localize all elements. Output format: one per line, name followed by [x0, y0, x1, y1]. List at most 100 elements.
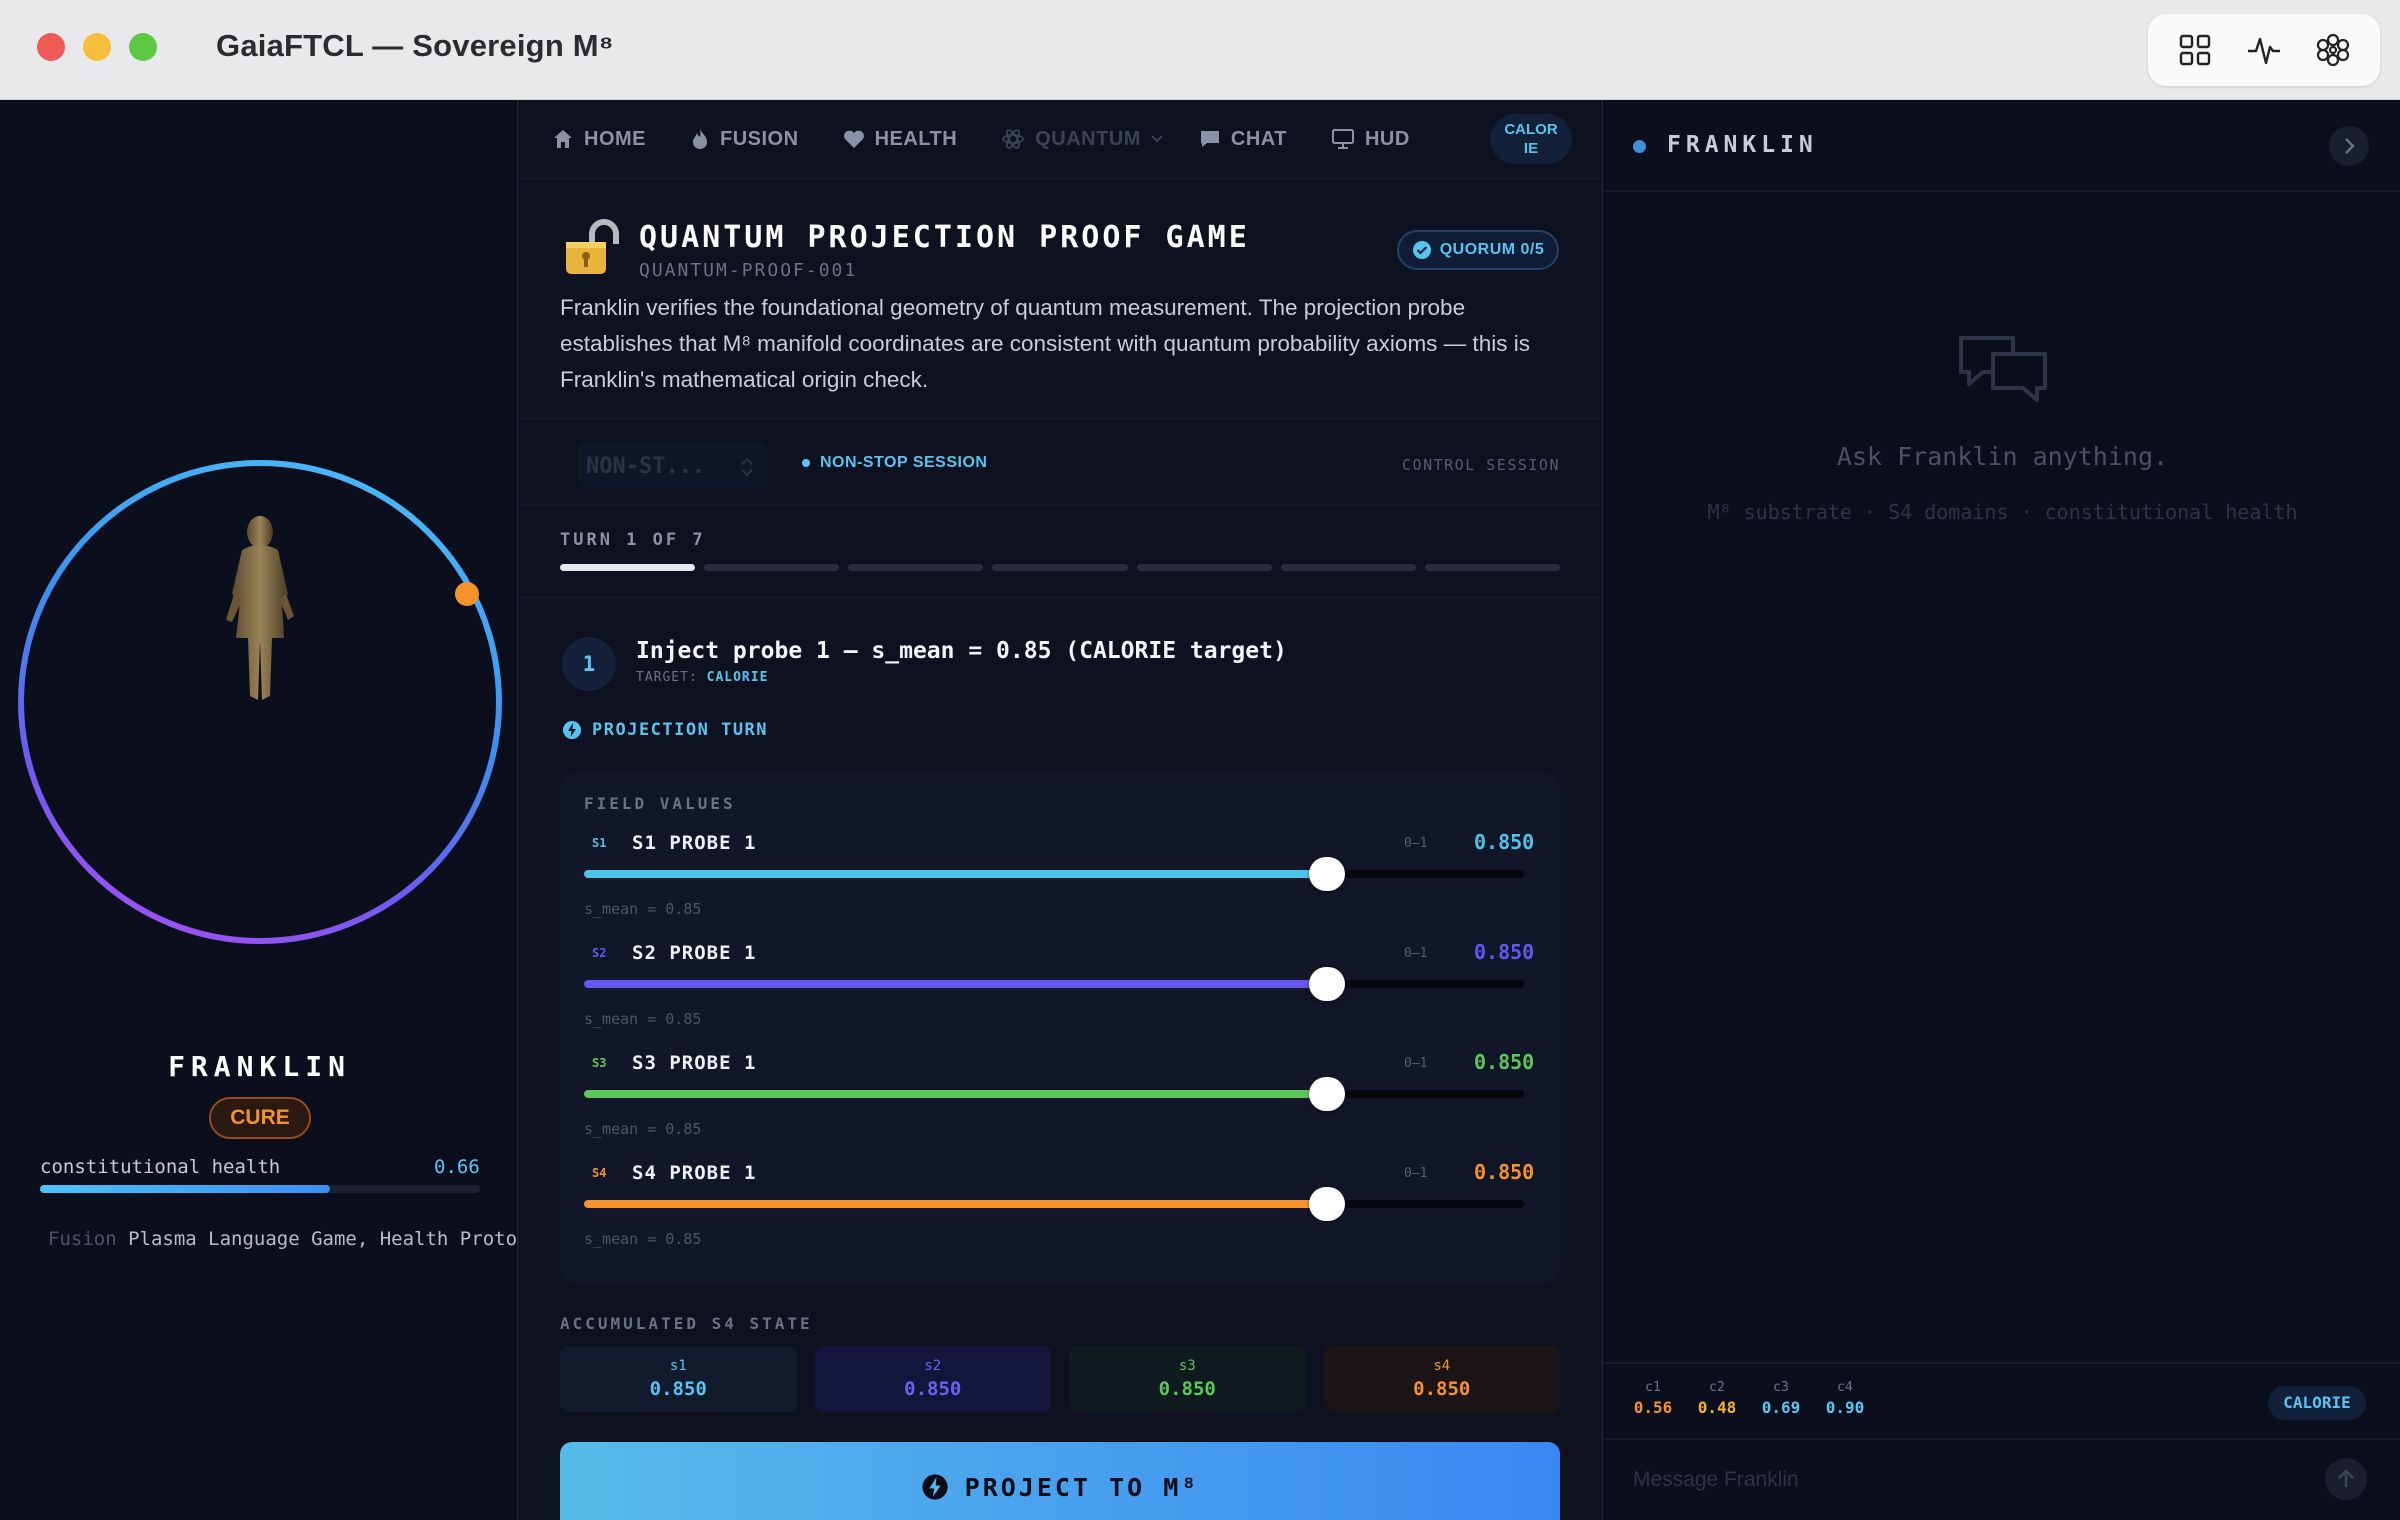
window-titlebar: GaiaFTCL — Sovereign M⁸ [0, 0, 2400, 100]
field-slider-row: S4 S4 PROBE 1 0–1 0.850 s_mean = 0.85 [584, 1160, 1536, 1272]
pulse-icon[interactable] [2242, 28, 2286, 72]
chat-stat-key: c2 [1709, 1380, 1725, 1395]
field-value: 0.850 [1474, 830, 1535, 854]
nav-fusion[interactable]: FUSION [690, 128, 799, 151]
field-tag: S1 [592, 836, 607, 850]
close-window-button[interactable] [37, 33, 65, 61]
accumulated-value: 0.850 [1158, 1378, 1216, 1400]
chevron-down-icon [1151, 135, 1163, 143]
verified-badge-icon [1412, 241, 1431, 259]
field-slider-track[interactable] [584, 967, 1524, 1001]
send-button[interactable] [2325, 1458, 2367, 1500]
nav-quantum-label: QUANTUM [1035, 127, 1141, 150]
turn-segment [992, 564, 1128, 571]
nav-home[interactable]: HOME [552, 128, 646, 151]
control-session-button[interactable]: CONTROL SESSION [1402, 456, 1560, 474]
chat-agent-name: FRANKLIN [1667, 132, 1818, 158]
game-title: QUANTUM PROJECTION PROOF GAME [639, 220, 1250, 255]
nav-calorie-button[interactable]: CALOR IE [1490, 114, 1572, 164]
field-slider-fill [584, 870, 1327, 878]
field-slider-track[interactable] [584, 857, 1524, 891]
toolbar [2148, 14, 2380, 86]
project-to-m8-button[interactable]: PROJECT TO M⁸ [560, 1442, 1560, 1520]
accumulated-value: 0.850 [904, 1378, 962, 1400]
nav-chat[interactable]: CHAT [1199, 128, 1287, 151]
field-values-label: FIELD VALUES [584, 794, 736, 813]
home-icon [554, 130, 572, 148]
health-value: 0.66 [434, 1156, 480, 1178]
zoom-window-button[interactable] [129, 33, 157, 61]
nav-quantum[interactable]: QUANTUM [1001, 127, 1163, 151]
chat-header: FRANKLIN [1603, 100, 2400, 192]
game-id: QUANTUM-PROOF-001 [639, 260, 858, 281]
nav-chat-label: CHAT [1230, 127, 1287, 150]
window-title: GaiaFTCL — Sovereign M⁸ [216, 28, 614, 63]
field-slider-row: S3 S3 PROBE 1 0–1 0.850 s_mean = 0.85 [584, 1050, 1536, 1162]
accumulated-value: 0.850 [1413, 1378, 1471, 1400]
chat-empty-subtitle: M⁸ substrate · S4 domains · constitution… [1707, 500, 2298, 524]
chat-stat-value: 0.56 [1633, 1398, 1673, 1417]
field-name: S3 PROBE 1 [632, 1052, 757, 1074]
updown-chevron-icon [740, 456, 754, 482]
field-slider-handle[interactable] [1309, 1077, 1345, 1111]
monitor-icon [1331, 129, 1354, 149]
presence-dot [1633, 140, 1646, 153]
health-progress-fill [40, 1185, 331, 1193]
step-title: Inject probe 1 — s_mean = 0.85 (CALORIE … [636, 638, 1287, 664]
accumulated-state-label: ACCUMULATED S4 STATE [560, 1314, 813, 1333]
health-progress-bar [40, 1185, 480, 1193]
session-select-value: NON-ST... [586, 453, 706, 479]
message-input[interactable]: Message Franklin [1633, 1468, 1799, 1492]
chat-stat-key: c3 [1773, 1380, 1789, 1395]
field-value: 0.850 [1474, 1050, 1535, 1074]
agent-status-badge[interactable]: CURE [209, 1097, 311, 1139]
field-name: S1 PROBE 1 [632, 832, 757, 854]
chat-stat-value: 0.69 [1761, 1398, 1801, 1417]
nav-hud-label: HUD [1364, 127, 1410, 150]
accumulated-value: 0.850 [649, 1378, 707, 1400]
turn-segment [1424, 564, 1560, 571]
chat-stat: c3 0.69 [1751, 1380, 1811, 1417]
minimize-window-button[interactable] [83, 33, 111, 61]
field-slider-handle[interactable] [1309, 857, 1345, 891]
chat-panel: FRANKLIN Ask Franklin anything. M⁸ subst… [1601, 100, 2400, 1520]
lock-icon [562, 218, 624, 282]
field-mean: s_mean = 0.85 [584, 1010, 702, 1028]
bolt-icon [922, 1474, 948, 1500]
live-dot [802, 459, 810, 467]
nav-health[interactable]: HEALTH [843, 128, 958, 151]
agent-name: FRANKLIN [168, 1050, 351, 1083]
flower-icon[interactable] [2311, 28, 2355, 72]
nav-calorie-line2: IE [1523, 140, 1539, 157]
collapse-panel-button[interactable] [2329, 126, 2369, 166]
field-slider-handle[interactable] [1309, 1187, 1345, 1221]
field-range: 0–1 [1404, 946, 1428, 961]
field-tag: S3 [592, 1056, 607, 1070]
chat-empty-prompt: Ask Franklin anything. [1836, 442, 2169, 471]
field-range: 0–1 [1404, 1056, 1428, 1071]
field-slider-track[interactable] [584, 1187, 1524, 1221]
field-slider-handle[interactable] [1309, 967, 1345, 1001]
calorie-chip[interactable]: CALORIE [2268, 1386, 2366, 1420]
accumulated-cell: s2 0.850 [814, 1346, 1051, 1412]
grid-icon[interactable] [2173, 28, 2217, 72]
field-range: 0–1 [1404, 836, 1428, 851]
field-slider-fill [584, 1090, 1327, 1098]
chat-stat: c4 0.90 [1815, 1380, 1875, 1417]
agent-panel: FRANKLIN CURE constitutional health 0.66… [0, 100, 519, 1520]
field-slider-track[interactable] [584, 1077, 1524, 1111]
chat-bubbles-icon [1955, 332, 2051, 416]
turn-label: TURN 1 OF 7 [560, 530, 706, 550]
step-number: 1 [562, 637, 616, 691]
chat-stat-key: c1 [1645, 1380, 1661, 1395]
turn-segment [560, 564, 696, 571]
chat-stat-key: c4 [1837, 1380, 1853, 1395]
nav-hud[interactable]: HUD [1331, 128, 1410, 151]
heart-icon [843, 130, 864, 148]
field-tag: S2 [592, 946, 607, 960]
field-slider-fill [584, 980, 1327, 988]
field-name: S4 PROBE 1 [632, 1162, 757, 1184]
accumulated-cell: s3 0.850 [1069, 1346, 1306, 1412]
chat-stat: c2 0.48 [1687, 1380, 1747, 1417]
franklin-statue-icon [212, 510, 308, 710]
